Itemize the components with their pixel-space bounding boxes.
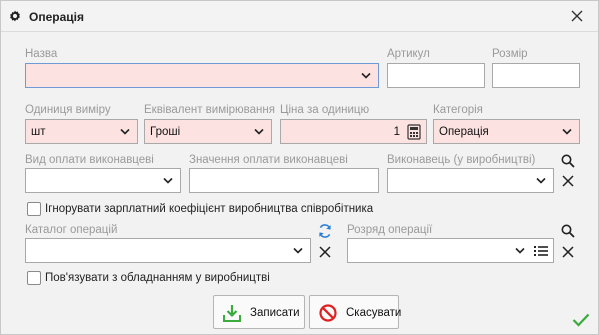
- pay-type-label: Вид оплати виконавцеві: [25, 154, 154, 166]
- performer-combobox[interactable]: [387, 168, 554, 193]
- chevron-down-icon[interactable]: [562, 128, 572, 136]
- price-value: 1: [393, 126, 400, 138]
- cancel-circle-icon: [319, 304, 337, 322]
- calculator-icon[interactable]: [407, 124, 421, 140]
- clear-icon[interactable]: [560, 244, 576, 260]
- cancel-button[interactable]: Скасувати: [309, 295, 402, 329]
- link-equipment-checkbox[interactable]: [27, 271, 41, 285]
- performer-label: Виконавець (у виробництві): [387, 154, 536, 166]
- chevron-down-icon[interactable]: [120, 128, 130, 136]
- size-input[interactable]: [492, 63, 580, 88]
- price-label: Ціна за одиницю: [280, 104, 370, 116]
- unit-value: шт: [31, 126, 46, 138]
- link-equipment-label: Пов'язувати з обладнанням у виробництві: [45, 272, 270, 284]
- pay-value-input[interactable]: [189, 168, 379, 193]
- gear-icon: [10, 10, 20, 22]
- save-button-label: Записати: [250, 307, 300, 319]
- ignore-salary-label: Ігнорувати зарплатний коефіцієнт виробни…: [45, 203, 374, 215]
- grade-combobox[interactable]: [347, 238, 554, 263]
- category-combobox[interactable]: Операція: [433, 119, 580, 144]
- search-icon[interactable]: [560, 153, 576, 169]
- refresh-icon[interactable]: [317, 223, 333, 239]
- equivalent-label: Еквівалент вимірювання: [144, 104, 275, 116]
- ignore-salary-checkbox[interactable]: [27, 202, 41, 216]
- category-value: Операція: [439, 126, 489, 138]
- operation-dialog: Операція Назва Артикул Розмір Одиниця ви…: [0, 0, 599, 335]
- name-combobox[interactable]: [25, 63, 379, 88]
- chevron-down-icon[interactable]: [254, 128, 264, 136]
- close-icon[interactable]: [568, 7, 586, 25]
- chevron-down-icon[interactable]: [536, 177, 546, 185]
- save-download-icon: [223, 305, 241, 322]
- chevron-down-icon[interactable]: [163, 177, 173, 185]
- pay-value-label: Значення оплати виконавцеві: [189, 154, 348, 166]
- list-icon[interactable]: [534, 245, 548, 257]
- pay-type-combobox[interactable]: [25, 168, 181, 193]
- search-icon[interactable]: [560, 223, 576, 239]
- dialog-title: Операція: [29, 10, 84, 24]
- name-label: Назва: [25, 48, 58, 60]
- title-bar: Операція: [1, 1, 598, 32]
- chevron-down-icon[interactable]: [293, 247, 303, 255]
- equivalent-value: Гроші: [150, 126, 181, 138]
- size-label: Розмір: [492, 48, 528, 60]
- unit-combobox[interactable]: шт: [25, 119, 138, 144]
- catalog-label: Каталог операцій: [25, 224, 118, 236]
- checkmark-icon: [572, 313, 590, 327]
- equivalent-combobox[interactable]: Гроші: [144, 119, 272, 144]
- category-label: Категорія: [433, 104, 483, 116]
- price-input[interactable]: 1: [280, 119, 427, 144]
- save-button[interactable]: Записати: [213, 295, 305, 329]
- clear-icon[interactable]: [317, 244, 333, 260]
- article-input[interactable]: [387, 63, 485, 88]
- unit-label: Одиниця виміру: [25, 104, 111, 116]
- chevron-down-icon[interactable]: [361, 72, 371, 80]
- catalog-combobox[interactable]: [25, 238, 311, 263]
- grade-label: Розряд операції: [347, 224, 433, 236]
- cancel-button-label: Скасувати: [346, 307, 402, 319]
- article-label: Артикул: [387, 48, 430, 60]
- chevron-down-icon[interactable]: [515, 247, 525, 255]
- clear-icon[interactable]: [560, 173, 576, 189]
